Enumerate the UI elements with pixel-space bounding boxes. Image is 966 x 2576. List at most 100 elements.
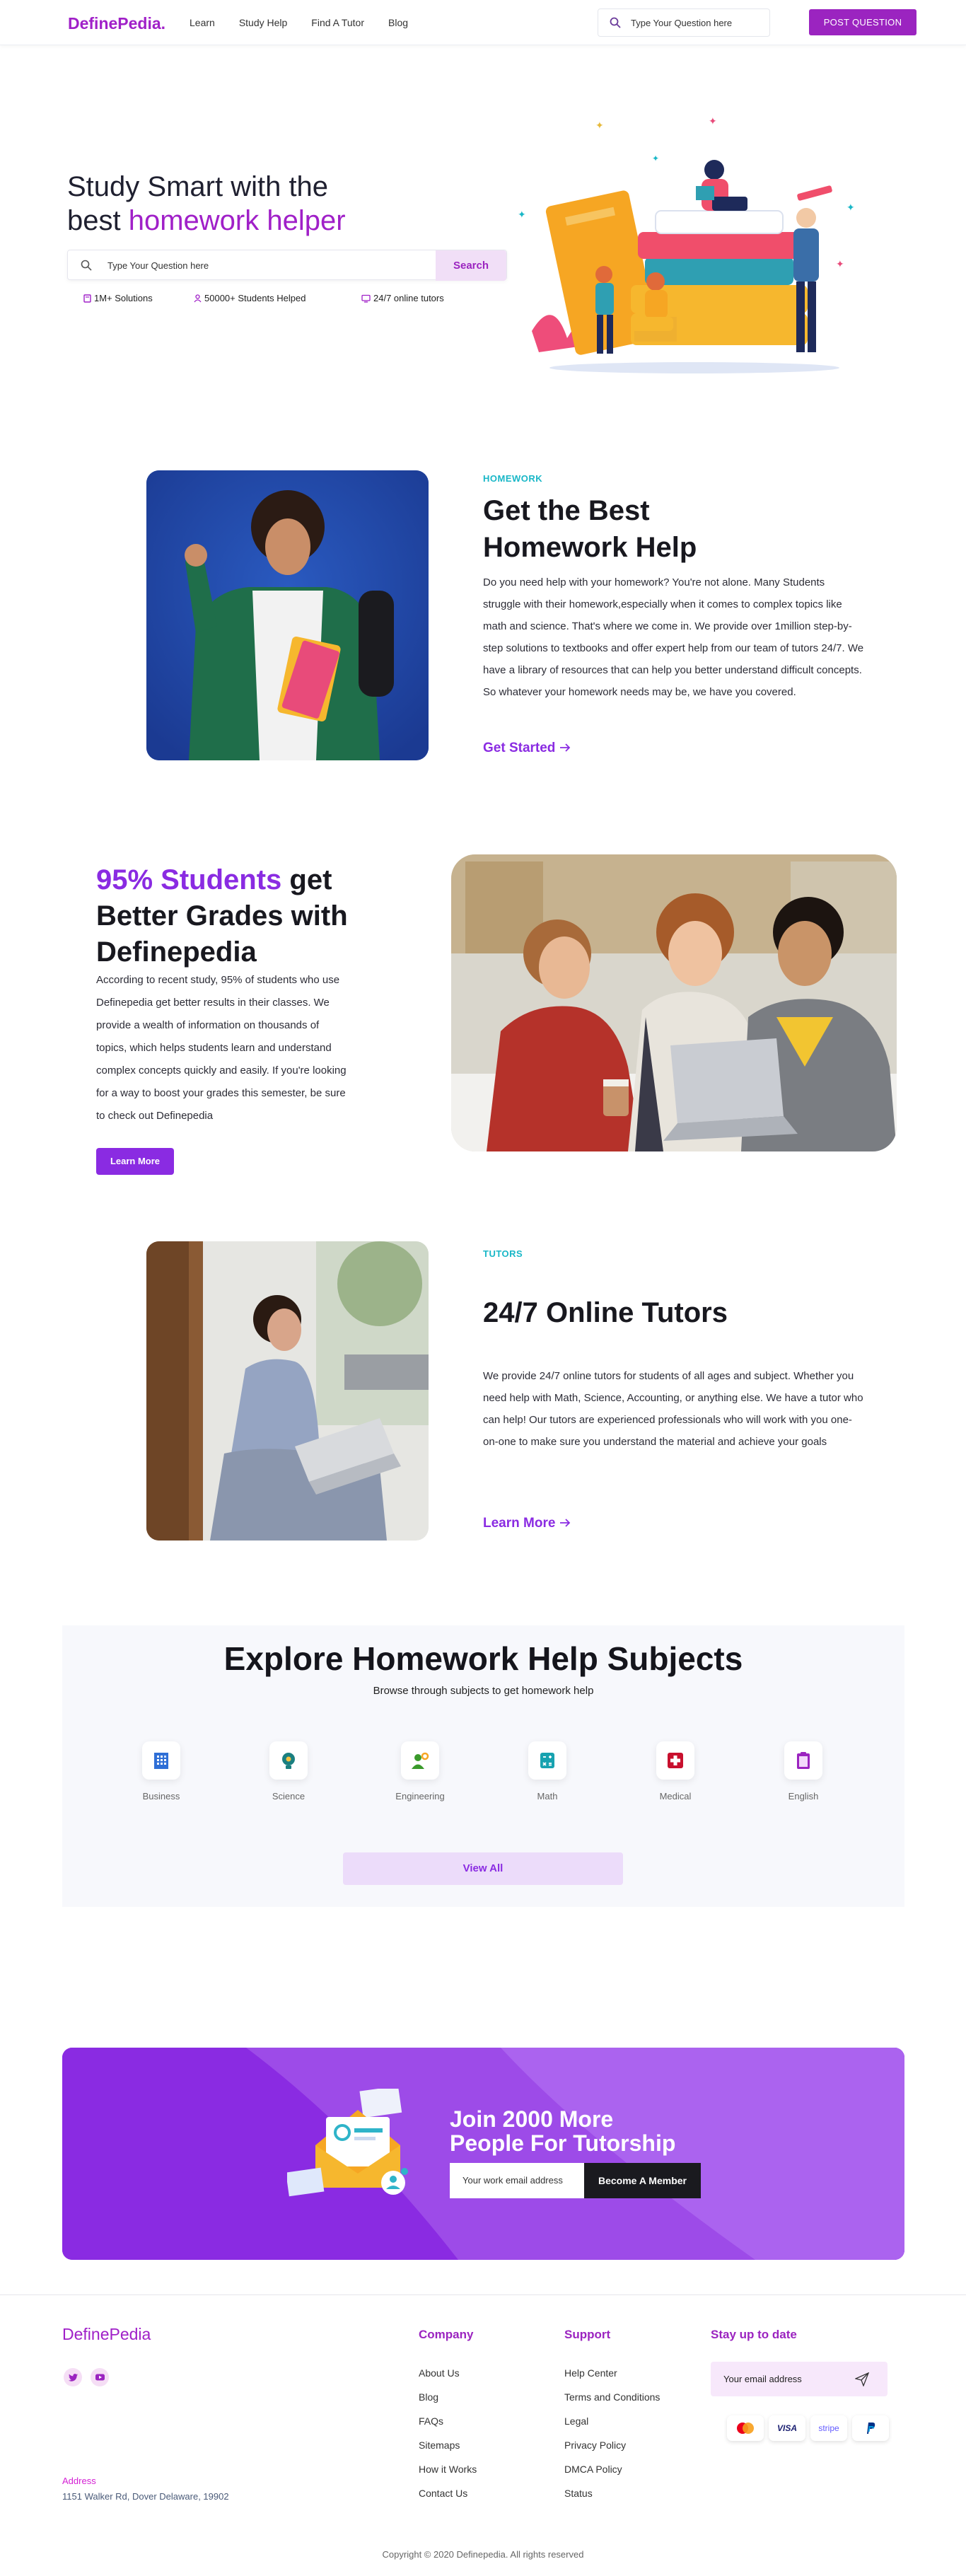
address-label: Address [62,2476,96,2486]
cta-title-line2: People For Tutorship [450,2130,676,2156]
hero-search-button[interactable]: Search [436,250,506,281]
footer-link-status[interactable]: Status [564,2481,660,2505]
subject-english[interactable]: English [768,1741,839,1802]
nav-link-learn[interactable]: Learn [190,17,215,28]
stripe-label: stripe [818,2423,839,2433]
subjects-section: Explore Homework Help Subjects Browse th… [62,1625,904,1907]
grades-learn-more-button[interactable]: Learn More [96,1148,174,1175]
medical-cross-icon [656,1741,694,1780]
hero-title: Study Smart with the best homework helpe… [67,170,346,238]
grades-title-rest: get [281,864,332,895]
get-started-link[interactable]: Get Started [483,741,571,756]
subject-math[interactable]: Math [512,1741,583,1802]
cta-email-input[interactable]: Your work email address [450,2163,584,2198]
homework-title-line2: Homework Help [483,532,697,563]
footer-link-blog[interactable]: Blog [419,2385,477,2409]
become-member-button[interactable]: Become A Member [584,2163,701,2198]
footer-link-faqs[interactable]: FAQs [419,2409,477,2433]
stat-students-label: 50000+ Students Helped [204,293,306,303]
subject-business-label: Business [142,1791,180,1802]
footer-link-terms[interactable]: Terms and Conditions [564,2385,660,2409]
subject-engineering[interactable]: Engineering [385,1741,455,1802]
hero-title-prefix: best [67,205,129,236]
nav-search-input[interactable]: Type Your Question here [598,8,770,37]
svg-text:✦: ✦ [518,209,526,220]
nav-search-placeholder: Type Your Question here [631,17,733,28]
twitter-link[interactable] [64,2368,82,2386]
grades-title-line3: Definepedia [96,936,257,968]
get-started-label: Get Started [483,741,556,755]
tutors-learn-more-link[interactable]: Learn More [483,1516,571,1531]
post-question-button[interactable]: POST QUESTION [809,9,916,35]
footer-link-privacy[interactable]: Privacy Policy [564,2433,660,2457]
stat-tutors: 24/7 online tutors [361,293,444,303]
footer-logo[interactable]: DefinePedia [62,2325,151,2344]
membership-cta-banner: Join 2000 More People For Tutorship Your… [62,2048,904,2260]
top-navbar: DefinePedia. Learn Study Help Find A Tut… [0,0,966,45]
footer-link-about[interactable]: About Us [419,2361,477,2385]
subject-math-label: Math [537,1791,558,1802]
clipboard-icon [784,1741,822,1780]
footer-link-contact[interactable]: Contact Us [419,2481,477,2505]
footer-link-how-it-works[interactable]: How it Works [419,2457,477,2481]
stripe-icon: stripe [810,2415,847,2441]
footer-link-sitemaps[interactable]: Sitemaps [419,2433,477,2457]
svg-text:✦: ✦ [652,153,659,163]
footer-divider [0,2294,966,2295]
tutors-title: 24/7 Online Tutors [483,1297,728,1328]
nav-link-find-tutor[interactable]: Find A Tutor [311,17,364,28]
person-standing-right [793,185,832,352]
stat-students: 50000+ Students Helped [194,293,361,303]
nav-links: Learn Study Help Find A Tutor Blog [190,17,408,28]
cta-title-line1: Join 2000 More [450,2106,614,2132]
stat-tutors-label: 24/7 online tutors [373,293,444,303]
youtube-link[interactable] [91,2368,109,2386]
subject-science[interactable]: Science [253,1741,324,1802]
visa-label: VISA [776,2423,797,2433]
footer-company-heading: Company [419,2328,474,2341]
grades-title: 95% Students get Better Grades with Defi… [96,862,348,970]
subject-medical-label: Medical [659,1791,692,1802]
arrow-right-icon [559,743,570,752]
send-icon[interactable] [855,2372,869,2386]
footer-email-placeholder: Your email address [723,2374,802,2384]
person-reading-top [696,160,747,211]
calculator-icon [528,1741,566,1780]
hero-illustration: ✦ ✦ ✦ ✦ ✦ ✦ [518,115,855,373]
subjects-title: Explore Homework Help Subjects [223,1640,743,1677]
students-laptop-image [451,854,897,1151]
building-icon [142,1741,180,1780]
homework-student-image [146,470,429,760]
subject-medical[interactable]: Medical [640,1741,711,1802]
homework-tag: HOMEWORK [483,473,543,484]
footer-link-legal[interactable]: Legal [564,2409,660,2433]
tutor-photo [146,1241,429,1541]
mastercard-icon [727,2415,764,2441]
nav-link-study-help[interactable]: Study Help [239,17,287,28]
footer-link-dmca[interactable]: DMCA Policy [564,2457,660,2481]
hero-search-input[interactable]: Type Your Question here [107,260,209,271]
svg-text:✦: ✦ [709,115,717,127]
subject-business[interactable]: Business [126,1741,197,1802]
footer-link-help-center[interactable]: Help Center [564,2361,660,2385]
view-all-subjects-button[interactable]: View All [343,1852,623,1885]
nav-link-blog[interactable]: Blog [388,17,408,28]
paypal-icon [852,2415,889,2441]
tutors-tag: TUTORS [483,1248,523,1259]
science-bulb-icon [269,1741,308,1780]
arrow-right-icon [559,1519,570,1527]
youtube-icon [95,2374,105,2381]
homework-body: Do you need help with your homework? You… [483,576,864,698]
copyright-text: Copyright © 2020 Definepedia. All rights… [382,2549,584,2560]
hero-search-bar: Type Your Question here Search [67,250,507,281]
tutor-girl-image [146,1241,429,1541]
twitter-icon [68,2373,78,2381]
book-icon [83,294,91,303]
brand-logo[interactable]: DefinePedia. [68,14,165,33]
footer-company-links: About Us Blog FAQs Sitemaps How it Works… [419,2361,477,2505]
user-icon [194,294,202,302]
stat-solutions-label: 1M+ Solutions [94,293,153,303]
svg-text:✦: ✦ [595,120,604,131]
cta-title: Join 2000 More People For Tutorship [450,2107,704,2155]
footer-email-input[interactable]: Your email address [711,2362,888,2396]
